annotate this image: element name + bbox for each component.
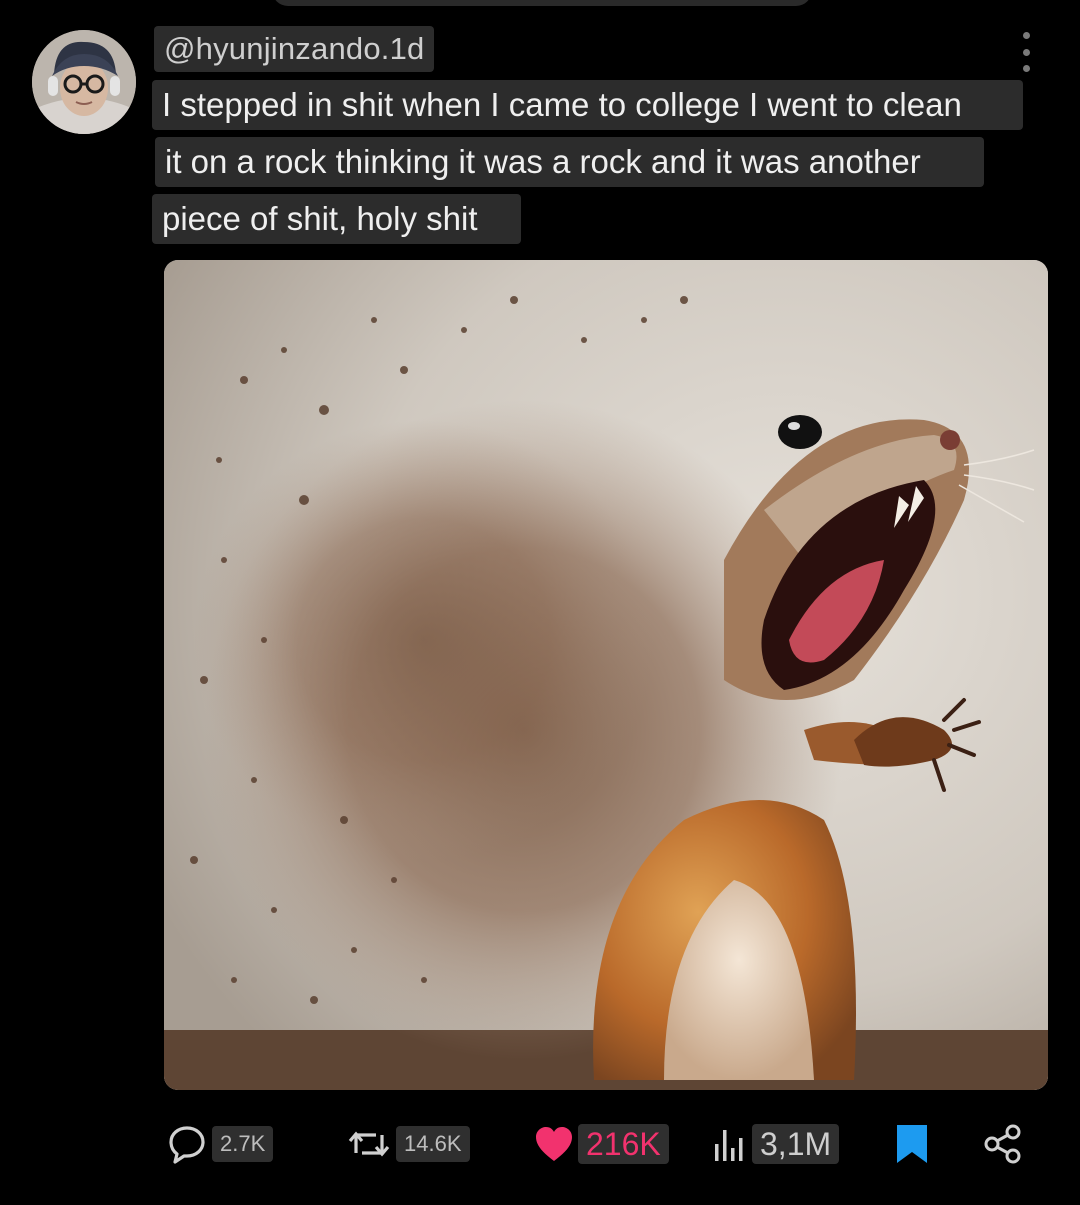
post-actions-bar: 2.7K 14.6K 216K 3,1M — [0, 1116, 1080, 1172]
avatar[interactable] — [32, 30, 136, 134]
repost-count: 14.6K — [396, 1126, 470, 1162]
repost-arrows-icon — [346, 1123, 392, 1165]
post-text-line-1: I stepped in shit when I came to college… — [152, 80, 1023, 130]
bookmark-button[interactable] — [894, 1116, 930, 1172]
repost-button[interactable]: 14.6K — [346, 1116, 470, 1172]
more-dot — [1022, 65, 1030, 72]
reply-count: 2.7K — [212, 1126, 274, 1162]
bookmark-icon — [894, 1123, 930, 1165]
more-dot — [1022, 32, 1030, 39]
post-text-line-2: it on a rock thinking it was a rock and … — [155, 137, 984, 187]
post-text-line-3: piece of shit, holy shit — [152, 194, 521, 244]
previous-post-edge — [272, 0, 812, 6]
like-count: 216K — [578, 1124, 669, 1164]
squirrel-disintegrating-image — [164, 260, 1048, 1090]
share-button[interactable] — [982, 1116, 1024, 1172]
reply-button[interactable]: 2.7K — [166, 1116, 274, 1172]
avatar-image — [32, 30, 136, 134]
username: @hyunjinzando.1d — [164, 31, 425, 66]
view-count: 3,1M — [752, 1124, 840, 1164]
heart-icon — [534, 1125, 574, 1163]
speech-bubble-icon — [166, 1123, 208, 1165]
more-dot — [1022, 48, 1030, 56]
bar-chart-icon — [712, 1124, 748, 1164]
post-image[interactable] — [164, 260, 1048, 1090]
views-button[interactable]: 3,1M — [712, 1116, 840, 1172]
more-vertical-icon[interactable] — [1014, 32, 1038, 72]
like-button[interactable]: 216K — [534, 1116, 669, 1172]
share-icon — [982, 1123, 1024, 1165]
username-link[interactable]: @hyunjinzando.1d — [154, 26, 435, 72]
